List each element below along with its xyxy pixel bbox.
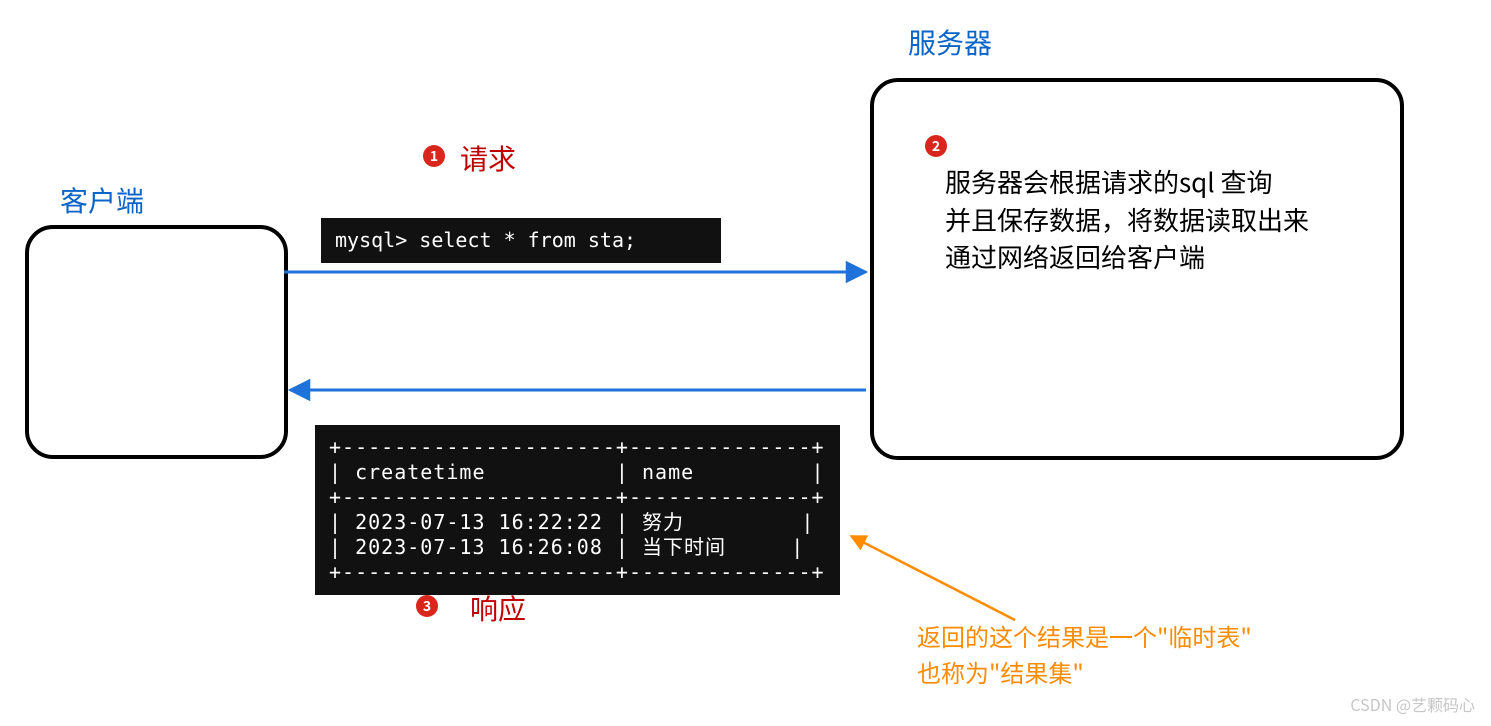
server-text-line1: 服务器会根据请求的sql 查询 (945, 163, 1309, 201)
badge-3: 3 (416, 595, 438, 617)
note-text: 返回的这个结果是一个"临时表" 也称为"结果集" (917, 618, 1252, 690)
badge-1: 1 (423, 145, 445, 167)
badge-2: 2 (925, 135, 947, 157)
request-label: 请求 (460, 138, 516, 178)
client-box (25, 225, 288, 459)
server-label: 服务器 (908, 22, 992, 62)
server-text-line3: 通过网络返回给客户端 (945, 238, 1309, 276)
server-text: 服务器会根据请求的sql 查询 并且保存数据，将数据读取出来 通过网络返回给客户… (945, 163, 1309, 276)
terminal-query: mysql> select * from sta; (321, 218, 721, 263)
client-label: 客户端 (60, 180, 144, 220)
server-text-line2: 并且保存数据，将数据读取出来 (945, 201, 1309, 239)
note-line2: 也称为"结果集" (917, 654, 1252, 690)
response-label: 响应 (470, 588, 526, 628)
note-arrow (851, 536, 1015, 620)
watermark: CSDN @艺颗码心 (1350, 692, 1475, 716)
note-line1: 返回的这个结果是一个"临时表" (917, 618, 1252, 654)
terminal-result: +---------------------+--------------+ |… (315, 425, 840, 595)
